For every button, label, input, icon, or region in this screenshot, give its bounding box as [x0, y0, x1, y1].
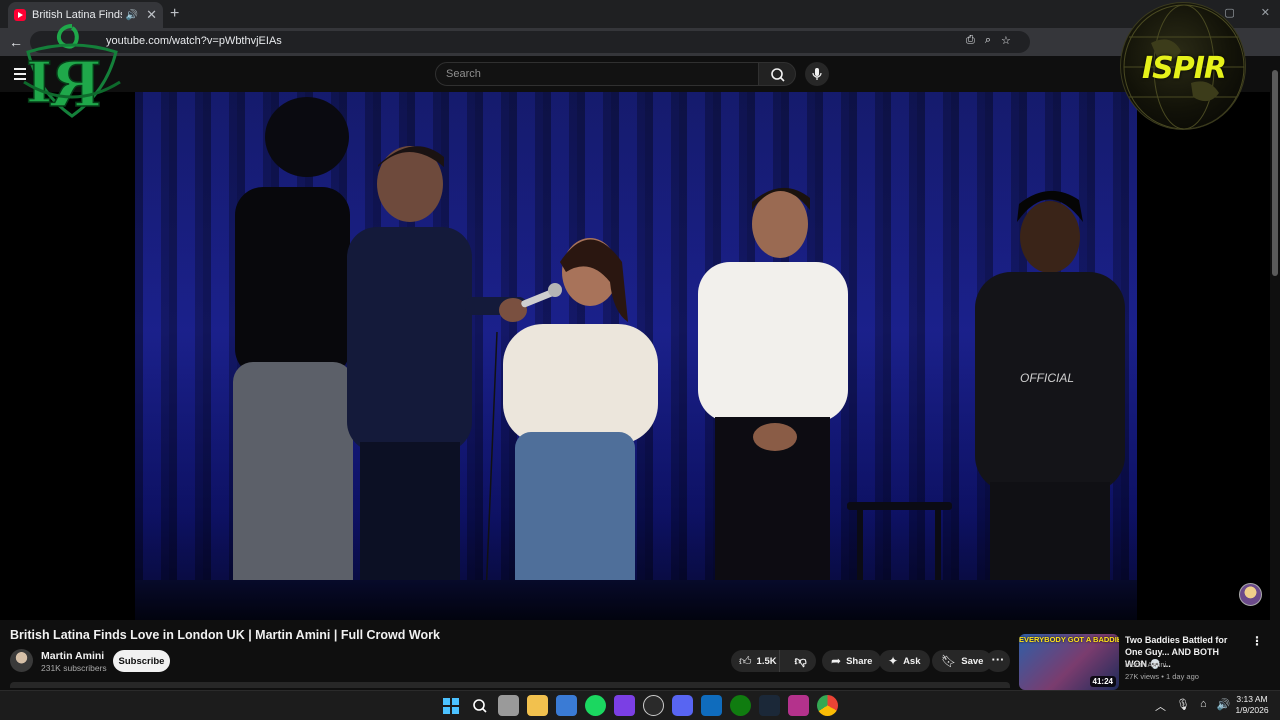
address-bar-row: ← youtube.com/watch?v=pWbthvjEIAs ⎙ ⌕ ☆ — [0, 28, 1280, 77]
taskbar-clock[interactable]: 3:13 AM 1/9/2026 — [1232, 694, 1272, 716]
more-actions-button[interactable]: ··· — [986, 650, 1010, 672]
dislike-button[interactable]: 👎︎ — [785, 654, 816, 669]
channel-avatar[interactable] — [10, 649, 33, 672]
channel-name[interactable]: Martin Amini — [41, 650, 104, 662]
search-input[interactable] — [436, 63, 758, 85]
ask-label: Ask — [903, 655, 921, 667]
browser-tab-strip: British Latina Finds Love in London UK |… — [0, 0, 1280, 28]
close-tab-icon[interactable]: ✕ — [146, 7, 157, 23]
obs-icon[interactable] — [643, 695, 664, 716]
stage-floor — [135, 580, 1137, 620]
video-duration: 41:24 — [1089, 676, 1116, 687]
share-button[interactable]: ➦ Share — [822, 650, 882, 672]
voice-search-button[interactable] — [805, 62, 829, 86]
svg-text:R: R — [50, 48, 102, 120]
ispir-logo-text: ISPIR — [1141, 51, 1227, 86]
microsoft-store-icon[interactable] — [556, 695, 577, 716]
microphone-icon — [812, 68, 822, 80]
xbox-icon[interactable] — [730, 695, 751, 716]
youtube-favicon-icon — [14, 9, 26, 21]
tab-title: British Latina Finds Love in London UK |… — [32, 9, 122, 21]
maximize-button[interactable]: ▢ — [1224, 6, 1234, 19]
save-label: Save — [961, 655, 984, 667]
like-dislike-group: 👍︎ 1.5K 👎︎ — [731, 650, 816, 672]
svg-text:I: I — [26, 50, 52, 116]
new-tab-button[interactable]: + — [170, 5, 179, 23]
video-title: British Latina Finds Love in London UK |… — [10, 628, 440, 642]
green-app-icon[interactable] — [585, 695, 606, 716]
clock-date: 1/9/2026 — [1235, 705, 1269, 715]
tray-overflow-icon[interactable]: ︿ — [1155, 698, 1166, 714]
bookmark-star-icon[interactable]: ☆ — [1001, 34, 1011, 47]
recommended-channel[interactable]: Martin Amini — [1125, 660, 1166, 669]
like-button[interactable]: 👍︎ 1.5K — [731, 650, 781, 672]
like-count: 1.5K — [756, 655, 777, 667]
video-player[interactable]: OFFICIAL — [0, 92, 1270, 620]
speaker-icon[interactable]: 🔊 — [126, 10, 138, 21]
clock-time: 3:13 AM — [1236, 694, 1268, 704]
cast-icon[interactable]: ⎙ — [966, 34, 975, 47]
floating-avatar[interactable] — [1239, 583, 1262, 606]
url-text[interactable]: youtube.com/watch?v=pWbthvjEIAs — [106, 35, 282, 47]
recommended-meta: 27K views • 1 day ago — [1125, 672, 1199, 681]
windows-taskbar: ︿ 🎙 ⌂ 🔊 3:13 AM 1/9/2026 — [0, 690, 1280, 720]
chrome-icon[interactable] — [817, 695, 838, 716]
youtube-header — [0, 56, 1280, 92]
ask-button[interactable]: ✦ Ask — [879, 650, 930, 672]
omnibox[interactable]: youtube.com/watch?v=pWbthvjEIAs — [30, 31, 1030, 53]
search-button[interactable] — [758, 62, 796, 86]
svg-text:OFFICIAL: OFFICIAL — [1020, 371, 1074, 385]
screen: British Latina Finds Love in London UK |… — [0, 0, 1280, 720]
purple-grid-app-icon[interactable] — [614, 695, 635, 716]
omnibox-icons: ⎙ ⌕ ☆ — [966, 34, 1011, 47]
taskbar-search-icon[interactable] — [469, 695, 490, 716]
close-window-button[interactable]: ✕ — [1261, 6, 1270, 19]
ispir-globe-logo: ISPIR — [1120, 2, 1246, 130]
page-scrollbar-thumb[interactable] — [1272, 70, 1278, 276]
bookmark-icon: 🔖︎ — [941, 654, 957, 668]
file-explorer-icon[interactable] — [527, 695, 548, 716]
recommended-menu-icon[interactable]: ⋮ — [1251, 634, 1263, 648]
tray-network-icon[interactable]: ⌂ — [1200, 698, 1207, 714]
save-button[interactable]: 🔖︎ Save — [932, 650, 993, 672]
share-arrow-icon: ➦ — [831, 654, 842, 668]
windows-start-icon[interactable] — [440, 695, 461, 716]
subscribe-button[interactable]: Subscribe — [113, 650, 170, 672]
discord-icon[interactable] — [672, 695, 693, 716]
tray-microphone-icon[interactable]: 🎙 — [1176, 698, 1190, 714]
system-tray: ︿ 🎙 ⌂ 🔊 — [1155, 698, 1230, 714]
video-frame[interactable]: OFFICIAL — [135, 92, 1137, 620]
thumbnail-text: EVERYBODY GOT A BADDIE — [1019, 635, 1119, 644]
search-box[interactable] — [435, 62, 759, 86]
task-view-icon[interactable] — [498, 695, 519, 716]
zoom-icon[interactable]: ⌕ — [985, 34, 991, 47]
search-icon — [771, 68, 785, 82]
subscriber-count: 231K subscribers — [41, 663, 107, 673]
ir-overlay-logo: I R — [23, 24, 121, 120]
sparkle-icon: ✦ — [888, 654, 899, 668]
pink-app-icon[interactable] — [788, 695, 809, 716]
video-scene-image: OFFICIAL — [135, 97, 1137, 620]
thumbs-down-icon: 👎︎ — [794, 653, 807, 668]
taskbar-apps — [440, 695, 838, 716]
share-label: Share — [846, 655, 873, 667]
mail-icon[interactable] — [701, 695, 722, 716]
steam-icon[interactable] — [759, 695, 780, 716]
description-box[interactable] — [10, 682, 1010, 688]
recommended-thumbnail[interactable]: EVERYBODY GOT A BADDIE 41:24 — [1019, 634, 1119, 690]
thumbs-up-icon: 👍︎ — [739, 653, 752, 668]
tray-volume-icon[interactable]: 🔊 — [1217, 698, 1231, 714]
